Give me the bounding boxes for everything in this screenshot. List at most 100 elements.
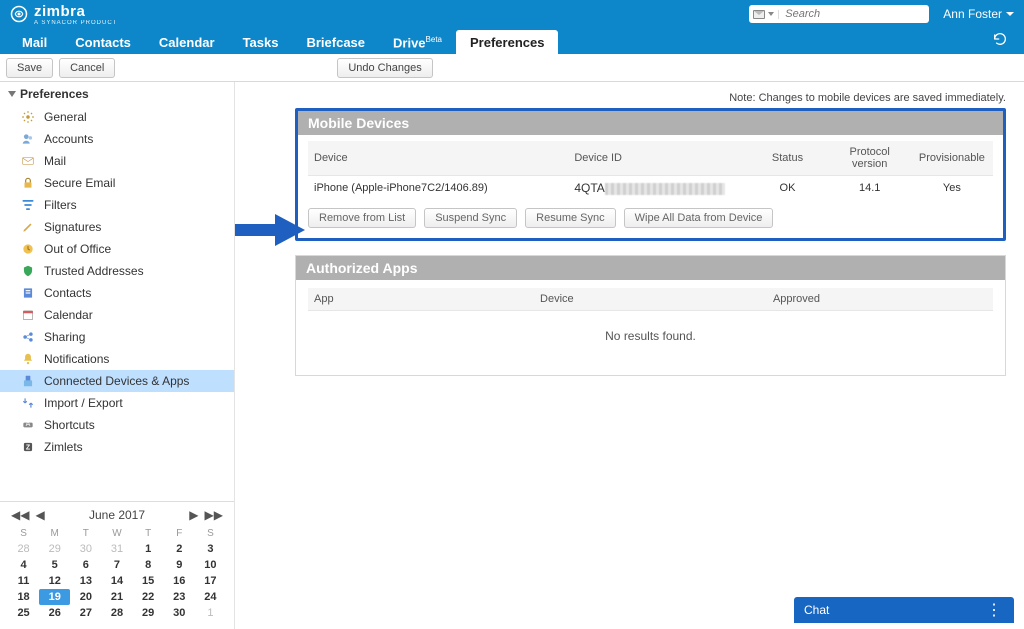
- brand-tagline: A SYNACOR PRODUCT: [34, 20, 117, 26]
- sidebar-item-trusted-addresses[interactable]: Trusted Addresses: [0, 260, 234, 282]
- cal-day[interactable]: 1: [195, 605, 226, 621]
- cal-last-button[interactable]: ▶▶: [202, 506, 226, 524]
- tab-tasks[interactable]: Tasks: [229, 30, 293, 54]
- wipe-all-data-from-device-button[interactable]: Wipe All Data from Device: [624, 208, 774, 228]
- importexport-icon: [20, 395, 36, 411]
- cal-day[interactable]: 24: [195, 589, 226, 605]
- sidebar-item-connected-devices-apps[interactable]: Connected Devices & Apps: [0, 370, 234, 392]
- annotation-arrow-icon: [235, 210, 307, 253]
- chevron-down-icon: [1006, 12, 1014, 16]
- cal-day[interactable]: 5: [39, 557, 70, 573]
- tab-contacts[interactable]: Contacts: [61, 30, 145, 54]
- tab-mail[interactable]: Mail: [8, 30, 61, 54]
- sidebar-item-label: Mail: [44, 154, 66, 168]
- cal-day[interactable]: 23: [164, 589, 195, 605]
- cancel-button[interactable]: Cancel: [59, 58, 115, 78]
- mobile-device-actions: Remove from List Suspend Sync Resume Sync W…: [308, 208, 993, 228]
- mini-calendar-title[interactable]: June 2017: [48, 506, 187, 524]
- sidebar-item-out-of-office[interactable]: Out of Office: [0, 238, 234, 260]
- sidebar-item-contacts[interactable]: Contacts: [0, 282, 234, 304]
- tab-drive[interactable]: DriveBeta: [379, 30, 456, 54]
- cal-day[interactable]: 30: [70, 541, 101, 557]
- cal-day[interactable]: 27: [70, 605, 101, 621]
- cal-day[interactable]: 22: [133, 589, 164, 605]
- cal-day[interactable]: 15: [133, 573, 164, 589]
- mobile-devices-panel: Mobile Devices DeviceDevice IDStatusProt…: [295, 108, 1006, 241]
- sidebar-item-zimlets[interactable]: ZZimlets: [0, 436, 234, 458]
- filters-icon: [20, 197, 36, 213]
- chat-bar[interactable]: Chat ⋮: [794, 597, 1014, 623]
- save-button[interactable]: Save: [6, 58, 53, 78]
- cal-day[interactable]: 21: [101, 589, 132, 605]
- cal-day[interactable]: 12: [39, 573, 70, 589]
- device-provisionable-cell: Yes: [911, 176, 993, 201]
- chevron-down-icon: [768, 12, 774, 16]
- column-header: Device: [534, 288, 767, 311]
- tab-briefcase[interactable]: Briefcase: [292, 30, 379, 54]
- cal-day[interactable]: 26: [39, 605, 70, 621]
- cal-day[interactable]: 30: [164, 605, 195, 621]
- cal-day[interactable]: 10: [195, 557, 226, 573]
- undo-changes-button[interactable]: Undo Changes: [337, 58, 432, 78]
- cal-day[interactable]: 31: [101, 541, 132, 557]
- sidebar-item-import-export[interactable]: Import / Export: [0, 392, 234, 414]
- cal-day[interactable]: 28: [101, 605, 132, 621]
- sidebar-item-accounts[interactable]: Accounts: [0, 128, 234, 150]
- cal-next-button[interactable]: ▶: [186, 506, 201, 524]
- cal-day[interactable]: 18: [8, 589, 39, 605]
- cal-day[interactable]: 11: [8, 573, 39, 589]
- cal-day[interactable]: 8: [133, 557, 164, 573]
- cal-day[interactable]: 7: [101, 557, 132, 573]
- preferences-sidebar: Preferences General Accounts Mail Secure Em…: [0, 82, 235, 629]
- cal-day[interactable]: 28: [8, 541, 39, 557]
- cal-prev-button[interactable]: ◀: [32, 506, 47, 524]
- suspend-sync-button[interactable]: Suspend Sync: [424, 208, 517, 228]
- cal-day[interactable]: 17: [195, 573, 226, 589]
- cal-day[interactable]: 25: [8, 605, 39, 621]
- cal-dow: W: [101, 526, 132, 541]
- cal-day[interactable]: 29: [133, 605, 164, 621]
- away-icon: [20, 241, 36, 257]
- user-menu[interactable]: Ann Foster: [943, 7, 1014, 21]
- sidebar-item-label: Out of Office: [44, 242, 111, 256]
- cal-day[interactable]: 20: [70, 589, 101, 605]
- refresh-button[interactable]: [984, 27, 1016, 54]
- sidebar-item-shortcuts[interactable]: AShortcuts: [0, 414, 234, 436]
- sidebar-item-notifications[interactable]: Notifications: [0, 348, 234, 370]
- mail-icon: [20, 153, 36, 169]
- cal-dow: T: [133, 526, 164, 541]
- sidebar-item-sharing[interactable]: Sharing: [0, 326, 234, 348]
- sidebar-item-mail[interactable]: Mail: [0, 150, 234, 172]
- remove-from-list-button[interactable]: Remove from List: [308, 208, 416, 228]
- search-input[interactable]: [783, 7, 930, 21]
- resume-sync-button[interactable]: Resume Sync: [525, 208, 615, 228]
- cal-day[interactable]: 4: [8, 557, 39, 573]
- cal-day[interactable]: 13: [70, 573, 101, 589]
- sidebar-item-label: General: [44, 110, 87, 124]
- tab-calendar[interactable]: Calendar: [145, 30, 229, 54]
- cal-day[interactable]: 2: [164, 541, 195, 557]
- tab-preferences[interactable]: Preferences: [456, 30, 558, 54]
- search-scope[interactable]: [753, 10, 779, 19]
- cal-day[interactable]: 9: [164, 557, 195, 573]
- sidebar-item-calendar[interactable]: Calendar: [0, 304, 234, 326]
- cal-day[interactable]: 6: [70, 557, 101, 573]
- search-box[interactable]: [749, 5, 929, 23]
- chat-menu-icon[interactable]: ⋮: [986, 600, 1004, 620]
- sidebar-item-signatures[interactable]: Signatures: [0, 216, 234, 238]
- cal-day[interactable]: 16: [164, 573, 195, 589]
- cal-day[interactable]: 29: [39, 541, 70, 557]
- sidebar-item-general[interactable]: General: [0, 106, 234, 128]
- zimbra-logo-icon: [10, 5, 28, 23]
- gear-icon: [20, 109, 36, 125]
- cal-first-button[interactable]: ◀◀: [8, 506, 32, 524]
- preferences-header[interactable]: Preferences: [0, 82, 234, 106]
- column-header: Approved: [767, 288, 993, 311]
- table-row[interactable]: iPhone (Apple-iPhone7C2/1406.89) 4QTA OK…: [308, 176, 993, 201]
- sidebar-item-filters[interactable]: Filters: [0, 194, 234, 216]
- cal-day[interactable]: 19: [39, 589, 70, 605]
- cal-day[interactable]: 1: [133, 541, 164, 557]
- cal-day[interactable]: 14: [101, 573, 132, 589]
- cal-day[interactable]: 3: [195, 541, 226, 557]
- sidebar-item-secure-email[interactable]: Secure Email: [0, 172, 234, 194]
